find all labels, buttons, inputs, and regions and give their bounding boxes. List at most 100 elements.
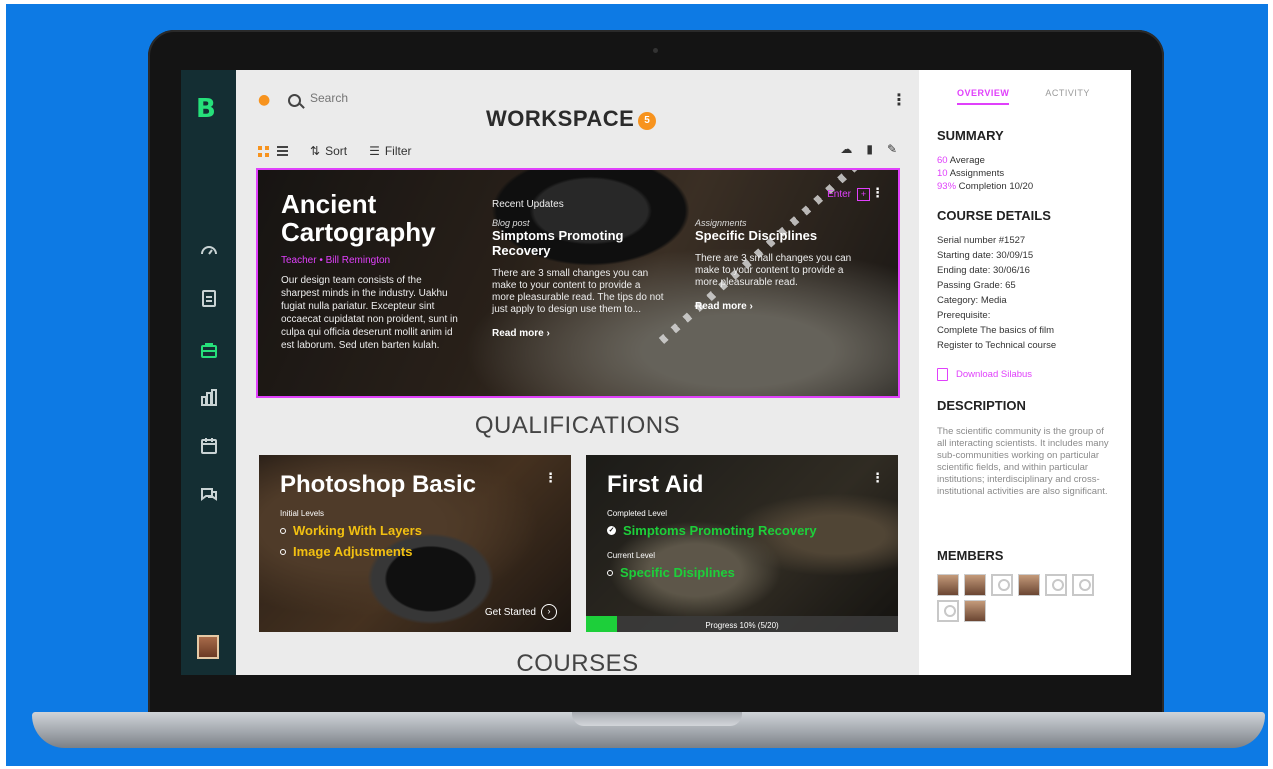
sort-label: Sort [325,144,348,158]
level-item: Image Adjustments [280,544,412,559]
tab-overview[interactable]: OVERVIEW [957,88,1010,105]
level-item-label: Working With Layers [293,523,422,538]
laptop-lid: B ● ⋮ [148,30,1164,720]
list-view-icon[interactable] [277,146,288,156]
grid-view-icon[interactable] [258,145,269,157]
clipboard-checklist-icon[interactable] [199,288,219,308]
chat-bubbles-icon[interactable] [199,484,219,504]
qualification-card-photoshop[interactable]: Photoshop Basic Initial Levels Working W… [259,455,571,632]
buildings-chart-icon[interactable] [199,388,219,408]
member-avatar[interactable] [964,600,986,622]
workspace-title: WORKSPACE [486,106,635,131]
description-text: The scientific community is the group of… [937,426,1109,497]
download-syllabus-link[interactable]: Download Silabus [937,368,1032,381]
progress-text: Progress 10% (5/20) [705,621,779,630]
enter-arrow-icon: + [857,188,870,201]
member-placeholder-avatar[interactable] [991,574,1013,596]
tab-activity[interactable]: ACTIVITY [1045,88,1090,105]
read-more-link[interactable]: Read more › [695,301,867,312]
update-text: There are 3 small changes you can make t… [492,268,664,315]
level-label: Initial Levels [280,509,325,518]
featured-course-card[interactable]: Ancient Cartography Teacher • Bill Remin… [256,168,900,398]
level-item-label: Image Adjustments [293,544,413,559]
laptop-screen: B ● ⋮ [181,70,1131,675]
summary-label: Completion 10/20 [958,181,1034,192]
recent-updates-label: Recent Updates [492,199,564,210]
search-input[interactable] [310,91,430,105]
update-text: There are 3 small changes you can make t… [695,253,852,288]
calendar-icon[interactable] [199,436,219,456]
courses-heading: COURSES [516,650,639,675]
level-item-label: Simptoms Promoting Recovery [623,523,817,538]
summary-label: Assignments [949,168,1005,179]
update-kind: Assignments [695,218,747,228]
completed-level-item: ✓ Simptoms Promoting Recovery [607,523,817,538]
card-more-options-icon[interactable]: ⋮ [544,471,557,486]
level-item-label: Specific Disiplines [620,565,735,580]
member-placeholder-avatar[interactable] [1072,574,1094,596]
update-title[interactable]: Specific Disciplines [695,228,867,243]
qualification-title: First Aid [607,471,704,498]
detail-row: Prerequisite: [937,310,991,321]
check-circle-icon: ✓ [607,526,616,535]
get-started-label: Get Started [484,606,536,618]
briefcase-icon[interactable] [199,340,219,360]
course-details-heading: COURSE DETAILS [937,208,1051,223]
members-list [937,574,1117,622]
card-more-options-icon[interactable]: ⋮ [871,186,884,201]
member-placeholder-avatar[interactable] [937,600,959,622]
detail-row: Passing Grade: 65 [937,280,1016,291]
qualification-title: Photoshop Basic [280,471,477,498]
summary-row: 93% Completion 10/20 [937,181,1033,194]
summary-value: 93% [937,181,957,192]
member-avatar[interactable] [964,574,986,596]
notifications-bell-icon[interactable]: ● [258,92,270,108]
bullet-icon [607,569,613,576]
sort-icon: ⇅ [310,144,321,158]
sidebar: B [181,70,236,675]
panel-tabs: OVERVIEW ACTIVITY [957,88,1090,105]
update-title[interactable]: Simptoms Promoting Recovery [492,228,664,258]
member-avatar[interactable] [1018,574,1040,596]
cloud-upload-icon[interactable]: ☁ [840,142,852,156]
dashboard-gauge-icon[interactable] [199,240,219,260]
member-avatar[interactable] [937,574,959,596]
update-kind: Blog post [492,218,530,228]
detail-row: Complete The basics of film [937,325,1055,336]
search-icon[interactable] [288,94,301,107]
bullet-icon [280,527,286,534]
more-options-icon[interactable]: ⋮ [891,92,907,108]
camera [653,48,658,53]
summary-value: 10 [937,168,948,179]
level-item: Working With Layers [280,523,422,538]
download-label: Download Silabus [956,369,1033,380]
page-title: WORKSPACE 5 [486,106,657,132]
enter-course-button[interactable]: Enter + [827,188,870,201]
course-teacher: Teacher • Bill Remington [281,255,391,266]
main-content: ● ⋮ WORKSPACE5 ⇅ Sort ☰ Filter ☁ [236,70,919,675]
delete-icon[interactable]: ▮ [866,142,873,156]
document-icon [937,368,948,381]
qualifications-heading: QUALIFICATIONS [474,412,681,439]
card-more-options-icon[interactable]: ⋮ [871,471,884,486]
filter-button[interactable]: ☰ Filter [369,144,411,158]
sort-button[interactable]: ⇅ Sort [310,144,347,158]
member-placeholder-avatar[interactable] [1045,574,1067,596]
user-avatar[interactable] [197,635,219,659]
current-level-item: Specific Disiplines [607,565,735,580]
enter-label: Enter [827,189,851,200]
get-started-button[interactable]: Get Started › [485,604,557,620]
detail-row: Ending date: 30/06/16 [937,265,1030,276]
action-toolbar: ☁ ▮ ✎ [840,142,897,156]
app-logo[interactable]: B [196,95,220,123]
summary-value: 60 [937,155,948,166]
summary-label: Average [949,155,985,166]
bullet-icon [280,548,286,555]
arrow-right-circle-icon: › [541,604,557,620]
qualification-card-first-aid[interactable]: First Aid Completed Level ✓ Simptoms Pro… [586,455,898,632]
read-more-link[interactable]: Read more › [492,328,664,339]
update-item: Blog post Simptoms Promoting Recovery Th… [492,218,664,339]
detail-row: Serial number #1527 [937,235,1026,246]
summary-heading: SUMMARY [937,128,1004,143]
edit-icon[interactable]: ✎ [887,142,897,156]
